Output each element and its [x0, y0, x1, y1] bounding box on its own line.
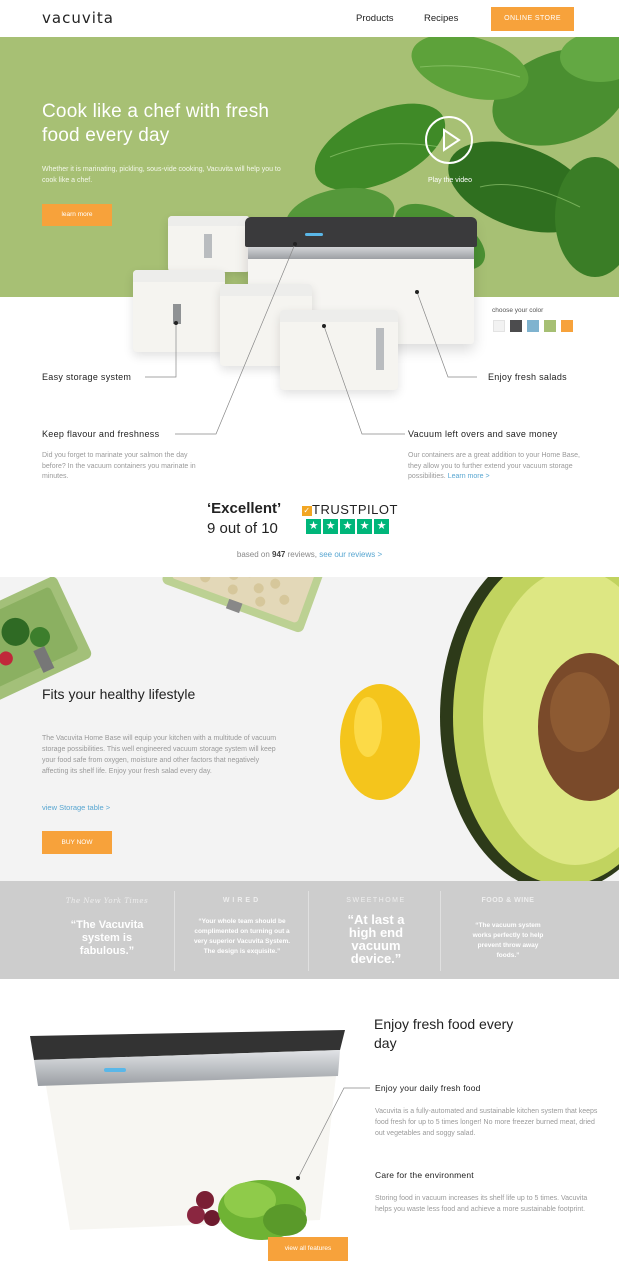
bottom-subtitle-fresh: Enjoy your daily fresh food: [375, 1083, 481, 1093]
bottom-text-fresh: Vacuvita is a fully-automated and sustai…: [375, 1108, 598, 1137]
bottom-subtitle-environment: Care for the environment: [375, 1170, 474, 1180]
bottom-text-environment: Storing food in vacuum increases its she…: [375, 1195, 588, 1213]
view-all-features-button[interactable]: view all features: [268, 1237, 348, 1261]
bottom-title: Enjoy fresh food every day: [374, 1016, 514, 1051]
bottom-callout-line: [296, 1087, 370, 1180]
